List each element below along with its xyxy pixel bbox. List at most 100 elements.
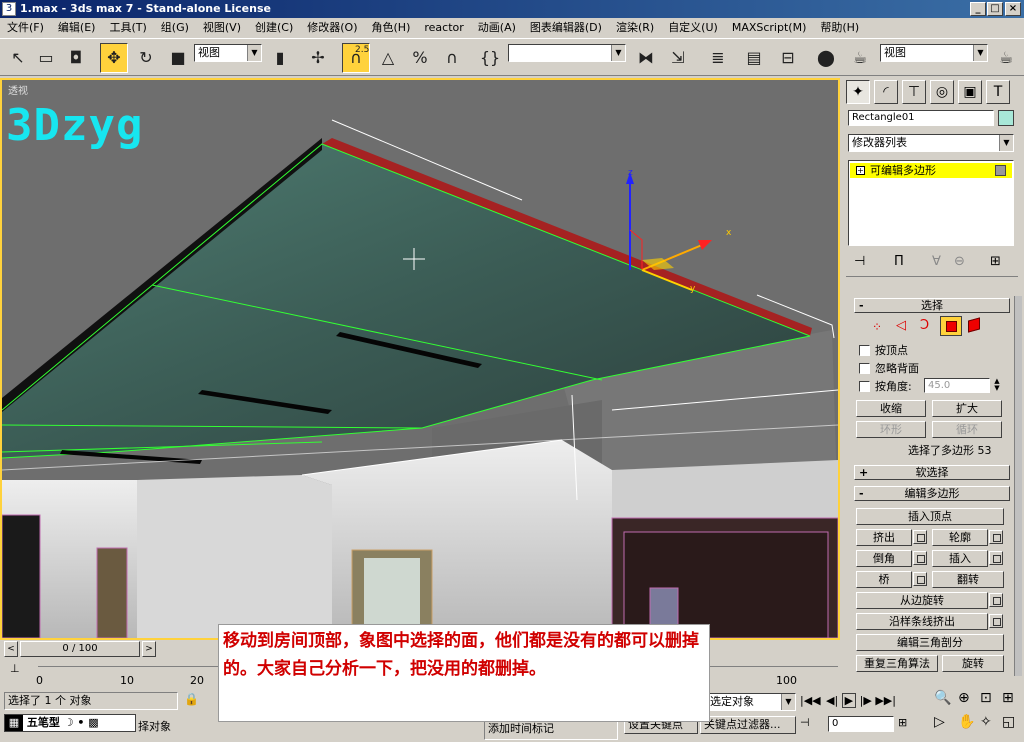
flip-button[interactable]: 翻转	[932, 571, 1004, 588]
modify-tab-icon[interactable]: ◜	[874, 80, 898, 104]
edit-polygons-rollout-header[interactable]: - 编辑多边形	[854, 486, 1010, 501]
time-config-icon[interactable]: ⊞	[898, 716, 912, 732]
selection-rollout-header[interactable]: - 选择	[854, 298, 1010, 313]
menu-group[interactable]: 组(G)	[154, 18, 196, 38]
align-icon[interactable]: ⇲	[664, 43, 692, 73]
edit-triangulation-button[interactable]: 编辑三角剖分	[856, 634, 1004, 651]
menu-views[interactable]: 视图(V)	[196, 18, 248, 38]
hinge-from-edge-button[interactable]: 从边旋转	[856, 592, 988, 609]
create-tab-icon[interactable]: ✦	[846, 80, 870, 104]
vertex-mode-icon[interactable]: ⁘	[872, 320, 882, 334]
polygon-mode-button[interactable]	[940, 316, 962, 336]
menu-graph-editors[interactable]: 图表编辑器(D)	[523, 18, 609, 38]
insert-vertex-button[interactable]: 插入顶点	[856, 508, 1004, 525]
move-icon[interactable]: ✥	[100, 43, 128, 73]
minimize-button[interactable]: _	[970, 2, 986, 16]
play-icon[interactable]: ▶	[841, 693, 857, 708]
selection-set-dropdown[interactable]: 选定对象 ▼	[706, 693, 796, 711]
utilities-tab-icon[interactable]: T	[986, 80, 1010, 104]
select-region-icon[interactable]: ▭	[32, 43, 60, 73]
reference-coord-dropdown[interactable]: 视图 ▼	[194, 44, 262, 62]
layers-icon[interactable]: ≣	[704, 43, 732, 73]
bridge-settings-icon[interactable]	[913, 572, 927, 586]
maximize-button[interactable]: □	[987, 2, 1003, 16]
goto-end-icon[interactable]: ▶▶|	[875, 694, 896, 707]
pan-icon[interactable]: ✋	[958, 714, 975, 730]
stack-item-editable-poly[interactable]: + 可编辑多边形	[850, 163, 1012, 178]
percent-snap-icon[interactable]: %	[406, 43, 434, 73]
material-editor-icon[interactable]: ⬤	[812, 43, 840, 73]
angle-spinner-arrows-icon[interactable]: ▲ ▼	[992, 378, 1002, 393]
perspective-viewport[interactable]: 透视 3Dzyg z x y	[0, 78, 840, 640]
next-frame-icon[interactable]: |▶	[860, 694, 872, 707]
outline-settings-icon[interactable]	[989, 530, 1003, 544]
named-selection-icon[interactable]: {}	[476, 43, 504, 73]
quick-render-icon[interactable]: ☕	[992, 43, 1020, 73]
checkbox-box[interactable]	[859, 345, 870, 356]
field-of-view-icon[interactable]: ▷	[934, 714, 945, 730]
bevel-settings-icon[interactable]	[913, 551, 927, 565]
angle-snap-icon[interactable]: △	[374, 43, 402, 73]
ime-toolbar[interactable]: ▦ 五笔型 ☽ • ▩	[4, 714, 136, 732]
grow-button[interactable]: 扩大	[932, 400, 1002, 417]
outline-button[interactable]: 轮廓	[932, 529, 988, 546]
select-link-icon[interactable]: ↖	[4, 43, 32, 73]
key-filters-button[interactable]: 关键点过滤器...	[700, 716, 796, 734]
spinner-snap-icon[interactable]: ∩	[438, 43, 466, 73]
extrude-button[interactable]: 挤出	[856, 529, 912, 546]
pin-stack-icon[interactable]: ⊣	[854, 254, 865, 269]
extrude-spline-settings-icon[interactable]	[989, 614, 1003, 628]
modifier-list-dropdown[interactable]: 修改器列表 ▼	[848, 134, 1014, 152]
lock-selection-icon[interactable]: 🔒	[184, 692, 202, 710]
menu-file[interactable]: 文件(F)	[0, 18, 51, 38]
hinge-settings-icon[interactable]	[989, 593, 1003, 607]
menu-create[interactable]: 创建(C)	[248, 18, 300, 38]
time-slider-thumb[interactable]: 0 / 100	[20, 641, 140, 657]
named-selection-dropdown[interactable]: ▼	[508, 44, 626, 62]
time-slider-next-icon[interactable]: >	[142, 641, 156, 657]
motion-tab-icon[interactable]: ◎	[930, 80, 954, 104]
menu-customize[interactable]: 自定义(U)	[661, 18, 725, 38]
menu-animation[interactable]: 动画(A)	[471, 18, 523, 38]
menu-help[interactable]: 帮助(H)	[813, 18, 866, 38]
object-color-swatch[interactable]	[998, 110, 1014, 126]
viewport-label[interactable]: 透视	[8, 82, 28, 97]
zoom-extents-all-icon[interactable]: ⊞	[1002, 690, 1014, 706]
manipulate-icon[interactable]: ✢	[304, 43, 332, 73]
snap-toggle-icon[interactable]: 2.5 ∩	[342, 43, 370, 73]
maximize-viewport-icon[interactable]: ◱	[1002, 714, 1015, 730]
select-window-icon[interactable]: ◘	[62, 43, 90, 73]
curve-editor-icon[interactable]: ▤	[740, 43, 768, 73]
time-slider-prev-icon[interactable]: <	[4, 641, 18, 657]
arc-rotate-icon[interactable]: ✧	[980, 714, 992, 730]
checkbox-box[interactable]	[859, 381, 870, 392]
bevel-button[interactable]: 倒角	[856, 550, 912, 567]
prev-frame-icon[interactable]: ◀|	[826, 694, 838, 707]
menu-character[interactable]: 角色(H)	[365, 18, 418, 38]
extrude-along-spline-button[interactable]: 沿样条线挤出	[856, 613, 988, 630]
checkbox-box[interactable]	[859, 363, 870, 374]
by-vertex-checkbox[interactable]: 按顶点	[859, 344, 908, 357]
show-end-result-icon[interactable]: Π	[894, 254, 904, 269]
ignore-backface-checkbox[interactable]: 忽略背面	[859, 362, 919, 375]
turn-button[interactable]: 旋转	[942, 655, 1004, 672]
object-name-field[interactable]: Rectangle01	[848, 110, 994, 126]
scale-icon[interactable]: ■	[164, 43, 192, 73]
inset-settings-icon[interactable]	[989, 551, 1003, 565]
pivot-icon[interactable]: ▮	[266, 43, 294, 73]
element-mode-icon[interactable]	[968, 317, 980, 333]
panel-scrollbar[interactable]	[1014, 296, 1022, 676]
soft-selection-rollout-header[interactable]: + 软选择	[854, 465, 1010, 480]
zoom-extents-icon[interactable]: ⊡	[980, 690, 992, 706]
configure-sets-icon[interactable]: ⊞	[990, 254, 1001, 269]
mirror-icon[interactable]: ⧓	[632, 43, 660, 73]
render-scene-icon[interactable]: ☕	[846, 43, 874, 73]
zoom-icon[interactable]: 🔍	[934, 690, 951, 706]
bridge-button[interactable]: 桥	[856, 571, 912, 588]
menu-maxscript[interactable]: MAXScript(M)	[725, 18, 814, 38]
retriangulate-button[interactable]: 重复三角算法	[856, 655, 938, 672]
display-tab-icon[interactable]: ▣	[958, 80, 982, 104]
by-angle-checkbox[interactable]: 按角度:	[859, 380, 912, 393]
current-frame-field[interactable]: 0	[828, 716, 894, 732]
menu-modifiers[interactable]: 修改器(O)	[300, 18, 364, 38]
